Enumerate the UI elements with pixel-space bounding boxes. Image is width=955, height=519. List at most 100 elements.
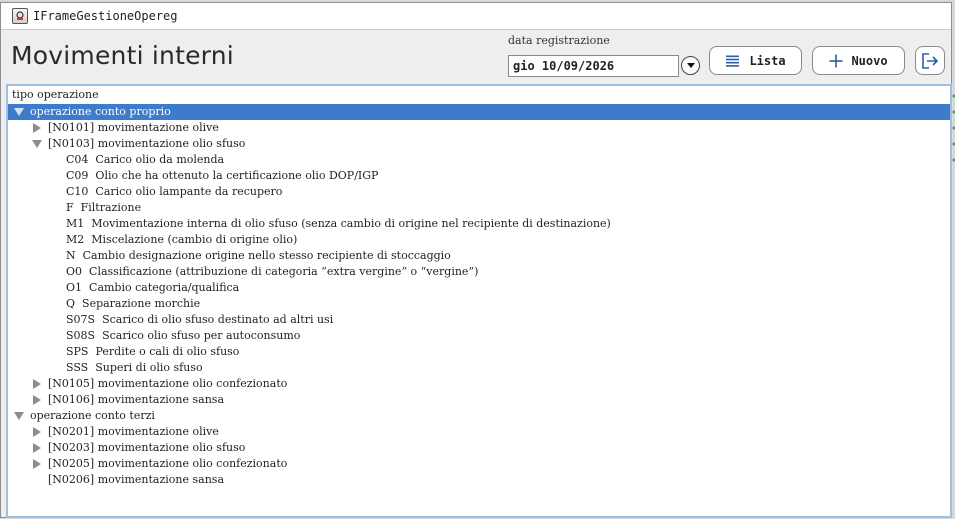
tree-node[interactable]: [N0103] movimentazione olio sfuso [8,136,950,152]
caret-right-icon[interactable] [30,120,44,136]
caret-right-icon[interactable] [30,392,44,408]
tree-leaf-label: M1 Movimentazione interna di olio sfuso … [66,216,611,232]
tree-column-header: tipo operazione [12,88,99,101]
internal-frame: IFrameGestioneOpereg Movimenti interni d… [0,2,952,518]
page-title: Movimenti interni [11,41,234,70]
window-titlebar[interactable]: IFrameGestioneOpereg [1,3,951,30]
tree-leaf-label: S08S Scarico olio sfuso per autoconsumo [66,328,300,344]
operation-description: Olio che ha ottenuto la certificazione o… [95,169,379,182]
tree-node-label: [N0106] movimentazione sansa [48,393,225,406]
code-spacer [82,281,89,294]
tree-leaf-item[interactable]: M1 Movimentazione interna di olio sfuso … [8,216,950,232]
code-spacer [82,265,89,278]
operation-code: Q [66,297,76,310]
operation-code: C10 [66,185,89,198]
tree-leaf-item[interactable]: S07S Scarico di olio sfuso destinato ad … [8,312,950,328]
tree-node-label: [N0203] movimentazione olio sfuso [48,441,246,454]
tree-node[interactable]: [N0203] movimentazione olio sfuso [8,440,950,456]
operation-description: Cambio designazione origine nello stesso… [82,249,451,262]
date-label: data registrazione [508,34,610,47]
operation-description: Miscelazione (cambio di origine olio) [91,233,298,246]
lista-label: Lista [749,53,786,68]
operation-description: Classificazione (attribuzione di categor… [89,265,479,278]
logout-icon [922,52,939,69]
app-icon [12,8,28,24]
caret-right-icon[interactable] [30,376,44,392]
tree-node[interactable]: [N0205] movimentazione olio confezionato [8,456,950,472]
tree-leaf-item[interactable]: SPS Perdite o cali di olio sfuso [8,344,950,360]
tree-node[interactable]: [N0106] movimentazione sansa [8,392,950,408]
exit-button[interactable] [915,46,945,75]
tree-node[interactable]: [N0206] movimentazione sansa [8,472,950,488]
tree-leaf-item[interactable]: Q Separazione morchie [8,296,950,312]
nuovo-button[interactable]: Nuovo [812,46,905,75]
tree-leaf-label: C10 Carico olio lampante da recupero [66,184,282,200]
operation-code: C09 [66,169,89,182]
tree-node[interactable]: operazione conto terzi [8,408,950,424]
caret-right-icon[interactable] [30,456,44,472]
operation-code: SSS [66,361,89,374]
caret-right-icon[interactable] [30,424,44,440]
operation-code: S07S [66,313,96,326]
tree-node-label: [N0103] movimentazione olio sfuso [48,137,246,150]
operation-tree[interactable]: tipo operazione operazione conto proprio… [6,84,952,518]
tree-node[interactable]: [N0101] movimentazione olive [8,120,950,136]
code-spacer [74,201,81,214]
tree-leaf-label: N Cambio designazione origine nello stes… [66,248,451,264]
caret-down-icon[interactable] [12,408,26,424]
tree-leaf-item[interactable]: SSS Superi di olio sfuso [8,360,950,376]
lista-button[interactable]: Lista [709,46,802,75]
operation-code: M2 [66,233,85,246]
operation-description: Filtrazione [80,201,142,214]
tree-rows: operazione conto proprio [N0101] moviment… [8,104,950,488]
tree-leaf-item[interactable]: C04 Carico olio da molenda [8,152,950,168]
tree-leaf-item[interactable]: C09 Olio che ha ottenuto la certificazio… [8,168,950,184]
tree-node-label: operazione conto terzi [30,409,155,422]
chevron-down-icon [686,62,695,68]
tree-leaf-label: Q Separazione morchie [66,296,200,312]
code-spacer [76,249,83,262]
tree-node[interactable]: operazione conto proprio [8,104,950,120]
window-title: IFrameGestioneOpereg [33,9,178,23]
tree-leaf-label: SPS Perdite o cali di olio sfuso [66,344,239,360]
operation-code: SPS [66,345,89,358]
date-field[interactable]: gio 10/09/2026 [508,55,679,77]
tree-leaf-label: C04 Carico olio da molenda [66,152,224,168]
caret-down-icon[interactable] [12,104,26,120]
tree-node-label: [N0206] movimentazione sansa [48,473,225,486]
operation-description: Carico olio lampante da recupero [95,185,283,198]
operation-code: F [66,201,74,214]
operation-code: S08S [66,329,96,342]
tree-node-label: [N0201] movimentazione olive [48,425,219,438]
tree-node[interactable]: [N0105] movimentazione olio confezionato [8,376,950,392]
tree-node-label: [N0205] movimentazione olio confezionato [48,457,288,470]
tree-leaf-label: F Filtrazione [66,200,141,216]
code-spacer [75,297,82,310]
tree-leaf-item[interactable]: N Cambio designazione origine nello stes… [8,248,950,264]
tree-leaf-label: O1 Cambio categoria/qualifica [66,280,239,296]
operation-code: O0 [66,265,83,278]
tree-leaf-label: M2 Miscelazione (cambio di origine olio) [66,232,297,248]
tree-node[interactable]: [N0201] movimentazione olive [8,424,950,440]
tree-leaf-item[interactable]: O1 Cambio categoria/qualifica [8,280,950,296]
tree-leaf-item[interactable]: C10 Carico olio lampante da recupero [8,184,950,200]
tree-leaf-label: S07S Scarico di olio sfuso destinato ad … [66,312,333,328]
tree-node-label: [N0101] movimentazione olive [48,121,219,134]
tree-leaf-item[interactable]: S08S Scarico olio sfuso per autoconsumo [8,328,950,344]
operation-description: Scarico olio sfuso per autoconsumo [102,329,301,342]
caret-right-icon[interactable] [30,440,44,456]
date-picker-button[interactable] [681,56,700,75]
plus-icon [829,54,843,67]
operation-description: Separazione morchie [82,297,201,310]
caret-down-icon[interactable] [30,136,44,152]
tree-leaf-label: C09 Olio che ha ottenuto la certificazio… [66,168,378,184]
tree-leaf-item[interactable]: M2 Miscelazione (cambio di origine olio) [8,232,950,248]
tree-node-label: [N0105] movimentazione olio confezionato [48,377,288,390]
operation-code: M1 [66,217,85,230]
operation-description: Scarico di olio sfuso destinato ad altri… [102,313,334,326]
tree-leaf-label: O0 Classificazione (attribuzione di cate… [66,264,478,280]
operation-description: Movimentazione interna di olio sfuso (se… [91,217,611,230]
tree-leaf-item[interactable]: F Filtrazione [8,200,950,216]
tree-leaf-item[interactable]: O0 Classificazione (attribuzione di cate… [8,264,950,280]
list-icon [726,55,740,67]
